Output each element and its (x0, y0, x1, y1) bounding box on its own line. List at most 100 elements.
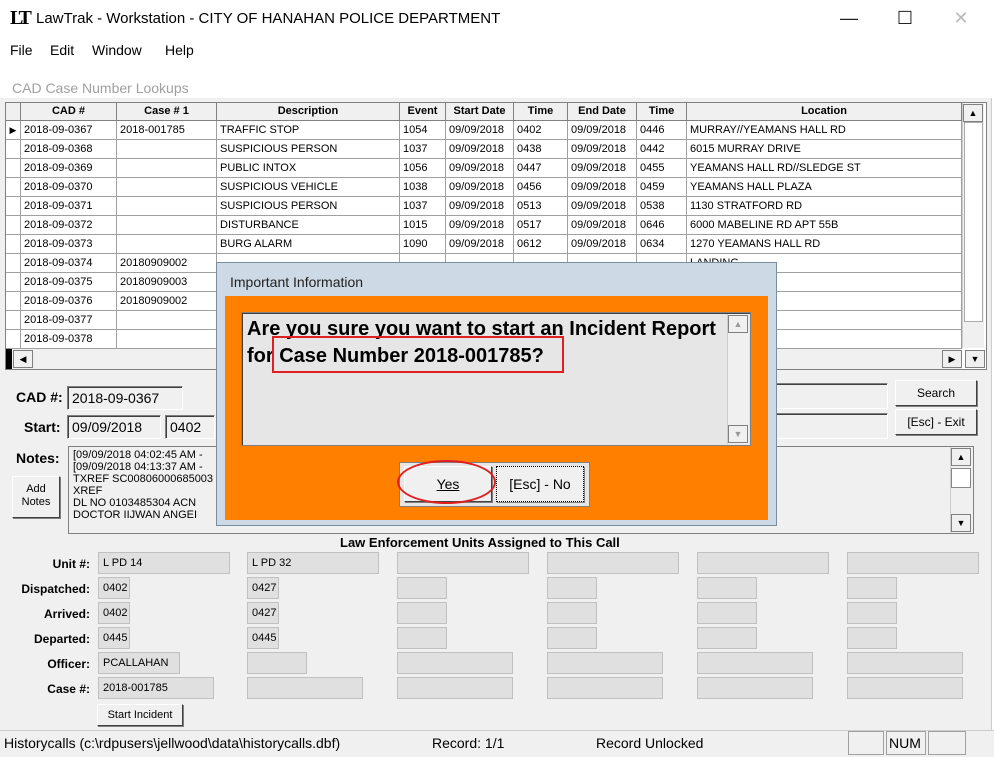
row-indicator[interactable] (6, 254, 21, 273)
grid-cell[interactable]: 2018-09-0369 (21, 159, 117, 178)
grid-cell[interactable]: 1056 (400, 159, 446, 178)
grid-cell[interactable]: BURG ALARM (217, 235, 400, 254)
grid-cell[interactable]: 2018-09-0374 (21, 254, 117, 273)
col-header-description[interactable]: Description (217, 103, 400, 121)
empty-unit-field[interactable] (697, 602, 757, 624)
grid-cell[interactable]: 09/09/2018 (568, 140, 637, 159)
unit2-case-field[interactable] (247, 677, 363, 699)
grid-cell[interactable]: 2018-09-0376 (21, 292, 117, 311)
grid-cell[interactable] (117, 216, 217, 235)
grid-cell[interactable]: 0538 (637, 197, 687, 216)
menu-window[interactable]: Window (92, 42, 142, 58)
empty-unit-field[interactable] (547, 627, 597, 649)
row-indicator[interactable] (6, 330, 21, 349)
grid-cell[interactable]: 20180909002 (117, 254, 217, 273)
empty-unit-field[interactable] (397, 677, 513, 699)
grid-cell[interactable]: 0442 (637, 140, 687, 159)
grid-cell[interactable]: 0446 (637, 121, 687, 140)
grid-cell[interactable]: 0634 (637, 235, 687, 254)
scroll-up-icon[interactable]: ▲ (963, 104, 983, 122)
empty-unit-field[interactable] (847, 677, 963, 699)
grid-cell[interactable]: 2018-09-0367 (21, 121, 117, 140)
menu-help[interactable]: Help (165, 42, 194, 58)
unit1-departed-field[interactable]: 0445 (98, 627, 130, 649)
grid-cell[interactable]: 2018-09-0373 (21, 235, 117, 254)
empty-unit-field[interactable] (397, 602, 447, 624)
col-header-cad[interactable]: CAD # (21, 103, 117, 121)
dialog-scroll-down-icon[interactable]: ▼ (728, 425, 748, 443)
empty-unit-field[interactable] (547, 552, 679, 574)
unit2-departed-field[interactable]: 0445 (247, 627, 279, 649)
grid-cell[interactable]: 09/09/2018 (568, 216, 637, 235)
grid-cell[interactable]: SUSPICIOUS PERSON (217, 197, 400, 216)
exit-button[interactable]: [Esc] - Exit (895, 409, 977, 435)
empty-unit-field[interactable] (547, 602, 597, 624)
row-indicator[interactable] (6, 311, 21, 330)
grid-cell[interactable]: 09/09/2018 (568, 235, 637, 254)
empty-unit-field[interactable] (697, 677, 813, 699)
grid-cell[interactable]: 1015 (400, 216, 446, 235)
empty-unit-field[interactable] (397, 577, 447, 599)
scroll-down-icon[interactable]: ▼ (965, 350, 985, 368)
col-header-location[interactable]: Location (687, 103, 962, 121)
no-button[interactable]: [Esc] - No (496, 466, 584, 502)
row-indicator[interactable] (6, 140, 21, 159)
start-incident-button[interactable]: Start Incident (97, 704, 183, 726)
empty-unit-field[interactable] (697, 627, 757, 649)
close-button[interactable]: ✕ (938, 4, 984, 32)
grid-cell[interactable]: 0456 (514, 178, 568, 197)
unit2-officer-field[interactable] (247, 652, 307, 674)
unit1-officer-field[interactable]: PCALLAHAN (98, 652, 180, 674)
grid-cell[interactable]: TRAFFIC STOP (217, 121, 400, 140)
grid-cell[interactable]: 1090 (400, 235, 446, 254)
empty-unit-field[interactable] (847, 577, 897, 599)
empty-unit-field[interactable] (547, 677, 663, 699)
row-indicator[interactable] (6, 273, 21, 292)
unit2-arrived-field[interactable]: 0427 (247, 602, 279, 624)
unit1-dispatched-field[interactable]: 0402 (98, 577, 130, 599)
row-indicator[interactable] (6, 197, 21, 216)
grid-cell[interactable] (117, 235, 217, 254)
grid-cell[interactable]: 0402 (514, 121, 568, 140)
grid-cell[interactable]: 1270 YEAMANS HALL RD (687, 235, 962, 254)
grid-cell[interactable]: 1054 (400, 121, 446, 140)
col-header-start-time[interactable]: Time (514, 103, 568, 121)
right-field-1[interactable] (770, 383, 888, 409)
grid-cell[interactable]: 6015 MURRAY DRIVE (687, 140, 962, 159)
scroll-left-icon[interactable]: ◀ (13, 350, 33, 368)
grid-cell[interactable]: 0459 (637, 178, 687, 197)
row-indicator[interactable] (6, 235, 21, 254)
grid-cell[interactable]: 20180909002 (117, 292, 217, 311)
empty-unit-field[interactable] (397, 552, 529, 574)
notes-scroll-thumb[interactable] (951, 468, 971, 488)
grid-cell[interactable]: 2018-001785 (117, 121, 217, 140)
unit2-number-field[interactable]: L PD 32 (247, 552, 379, 574)
dialog-scroll-up-icon[interactable]: ▲ (728, 315, 748, 333)
grid-cell[interactable]: 1037 (400, 140, 446, 159)
menu-file[interactable]: File (10, 42, 33, 58)
grid-cell[interactable]: 2018-09-0368 (21, 140, 117, 159)
empty-unit-field[interactable] (847, 602, 897, 624)
grid-cell[interactable]: 6000 MABELINE RD APT 55B (687, 216, 962, 235)
grid-cell[interactable] (117, 311, 217, 330)
col-header-end-time[interactable]: Time (637, 103, 687, 121)
grid-cell[interactable]: 2018-09-0371 (21, 197, 117, 216)
grid-cell[interactable]: 2018-09-0375 (21, 273, 117, 292)
unit2-dispatched-field[interactable]: 0427 (247, 577, 279, 599)
grid-cell[interactable]: 0447 (514, 159, 568, 178)
grid-cell[interactable]: 2018-09-0377 (21, 311, 117, 330)
grid-cell[interactable]: 0455 (637, 159, 687, 178)
grid-cell[interactable] (117, 140, 217, 159)
grid-cell[interactable]: 2018-09-0372 (21, 216, 117, 235)
empty-unit-field[interactable] (547, 652, 663, 674)
row-indicator[interactable]: ▶ (6, 121, 21, 140)
notes-scroll-up-icon[interactable]: ▲ (951, 448, 971, 466)
search-button[interactable]: Search (895, 380, 977, 406)
grid-cell[interactable]: 0612 (514, 235, 568, 254)
grid-cell[interactable]: 0438 (514, 140, 568, 159)
grid-scroll-thumb[interactable] (964, 122, 983, 322)
cad-field[interactable]: 2018-09-0367 (67, 386, 183, 410)
grid-cell[interactable]: YEAMANS HALL PLAZA (687, 178, 962, 197)
grid-cell[interactable]: 2018-09-0378 (21, 330, 117, 349)
grid-cell[interactable]: 1130 STRATFORD RD (687, 197, 962, 216)
